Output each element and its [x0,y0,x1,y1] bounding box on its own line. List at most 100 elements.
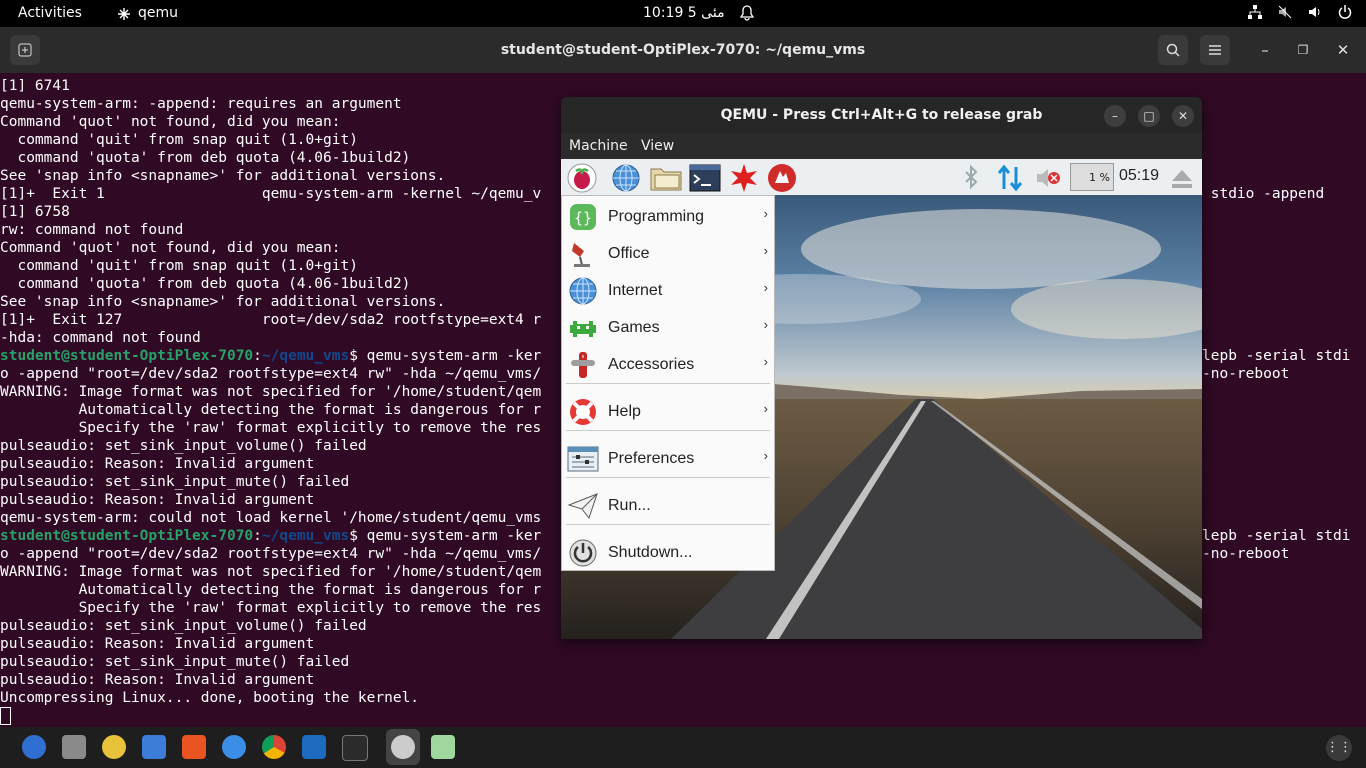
menu-view[interactable]: View [641,138,674,154]
speaker-muted-icon [1278,0,1292,27]
top-bar: Activities qemu 10:19 مئی 5 [0,0,1366,27]
terminal-line-tail: lepb -serial stdi [1202,528,1351,544]
maximize-button[interactable]: ❐ [1288,35,1318,65]
terminal-line-tail: lepb -serial stdi [1202,348,1351,364]
virtualbox-icon[interactable] [302,735,326,759]
terminal-line-tail: -no-reboot [1202,546,1290,562]
games-icon [566,311,600,345]
network-icon [1248,0,1262,27]
chevron-right-icon: › [763,401,768,416]
close-button[interactable]: ✕ [1328,35,1358,65]
minimize-button[interactable]: – [1250,35,1280,65]
rhythmbox-icon[interactable] [102,735,126,759]
volume-icon [1308,0,1322,27]
wolfram-icon[interactable] [767,163,797,193]
terminal-line: [1] 6741 [0,78,70,94]
terminal-line-tail: -no-reboot [1202,366,1290,382]
hamburger-menu-button[interactable] [1200,35,1230,65]
files-icon[interactable] [62,735,86,759]
menu-item-accessories[interactable]: Accessories › [562,346,774,383]
menu-item-games[interactable]: Games › [562,309,774,346]
preferences-icon [566,442,600,476]
trash-icon[interactable] [431,735,455,759]
menu-item-help[interactable]: Help › [562,393,774,430]
chevron-right-icon: › [763,317,768,332]
volume-muted-icon[interactable] [1033,163,1063,193]
guest-taskbar: 1 % 05:19 [561,159,1202,195]
file-manager-icon[interactable] [649,163,682,193]
terminal-line-tail: stdio -append [1202,186,1325,202]
menu-separator [566,524,770,525]
browser-icon[interactable] [611,163,641,193]
menu-item-office[interactable]: Office › [562,235,774,272]
qemu-close-button[interactable]: ✕ [1172,105,1194,127]
notification-icon[interactable] [739,0,755,27]
software-center-icon[interactable] [182,735,206,759]
programming-icon: {} [566,200,600,234]
menu-item-programming[interactable]: {} Programming › [562,198,774,235]
prompt-user: student@student-OptiPlex-7070 [0,528,254,544]
terminal-icon[interactable] [689,163,721,193]
menu-item-label: Help [608,402,641,420]
qemu-maximize-button[interactable]: □ [1138,105,1160,127]
menu-item-internet[interactable]: Internet › [562,272,774,309]
search-button[interactable] [1158,35,1188,65]
menu-item-label: Accessories [608,355,695,373]
chevron-right-icon: › [763,206,768,221]
clock[interactable]: 10:19 مئی 5 [643,0,725,27]
network-transfer-icon[interactable] [995,163,1025,193]
menu-machine[interactable]: Machine [569,138,628,154]
qemu-window[interactable]: QEMU - Press Ctrl+Alt+G to release grab … [561,97,1202,639]
menu-separator [566,477,770,478]
terminal-headerbar: student@student-OptiPlex-7070: ~/qemu_vm… [0,27,1366,73]
command-text: $ qemu-system-arm -ker [349,528,542,544]
activities-button[interactable]: Activities [18,0,82,27]
guest-clock[interactable]: 05:19 [1119,167,1159,185]
eject-icon[interactable] [1169,163,1199,193]
prompt-path: ~/qemu_vms [261,528,350,544]
terminal-line: pulseaudio: Reason: Invalid argument [0,672,315,688]
menu-item-preferences[interactable]: Preferences › [562,440,774,477]
mathematica-icon[interactable] [729,163,759,193]
chevron-right-icon: › [763,280,768,295]
qemu-icon[interactable] [391,735,415,759]
menu-item-label: Preferences [608,449,695,467]
menu-item-label: Office [608,244,650,262]
office-icon [566,237,600,271]
prompt-user: student@student-OptiPlex-7070 [0,348,254,364]
libreoffice-writer-icon[interactable] [142,735,166,759]
new-tab-button[interactable] [10,35,40,65]
qemu-menubar: Machine View [561,133,1202,159]
qemu-minimize-button[interactable]: – [1104,105,1126,127]
bluetooth-icon[interactable] [959,163,989,193]
show-apps-button[interactable]: ⋮⋮ [1326,735,1352,761]
raspberry-menu-icon[interactable] [567,163,597,193]
terminal-line: Uncompressing Linux... done, booting the… [0,690,420,706]
system-tray[interactable] [1248,0,1352,27]
help-icon [566,395,600,429]
terminal-icon[interactable] [342,735,368,761]
menu-item-label: Run... [608,496,651,514]
menu-separator [566,383,770,384]
menu-item-run[interactable]: Run... [562,487,774,524]
prompt-separator: : [253,348,262,364]
menu-item-label: Shutdown... [608,543,693,561]
menu-item-label: Games [608,318,660,336]
terminal-line [0,707,1366,725]
guest-display[interactable]: 1 % 05:19 {} Programming › Office › Internet ›… [561,159,1202,639]
app-menu[interactable]: qemu [116,0,178,27]
thunderbird-icon[interactable] [22,735,46,759]
chevron-right-icon: › [763,354,768,369]
help-icon[interactable] [222,735,246,759]
application-menu: {} Programming › Office › Internet › Games › Acce… [561,195,775,571]
chrome-icon[interactable] [262,735,286,759]
qemu-app-icon [118,7,130,20]
terminal-line: pulseaudio: set_sink_input_mute() failed [0,654,350,670]
chevron-right-icon: › [763,243,768,258]
app-name: qemu [138,5,179,21]
run-icon [566,489,600,523]
svg-text:{}: {} [574,209,592,227]
menu-item-shutdown[interactable]: Shutdown... [562,534,774,571]
cpu-usage-indicator: 1 % [1070,163,1114,191]
prompt-path: ~/qemu_vms [261,348,350,364]
